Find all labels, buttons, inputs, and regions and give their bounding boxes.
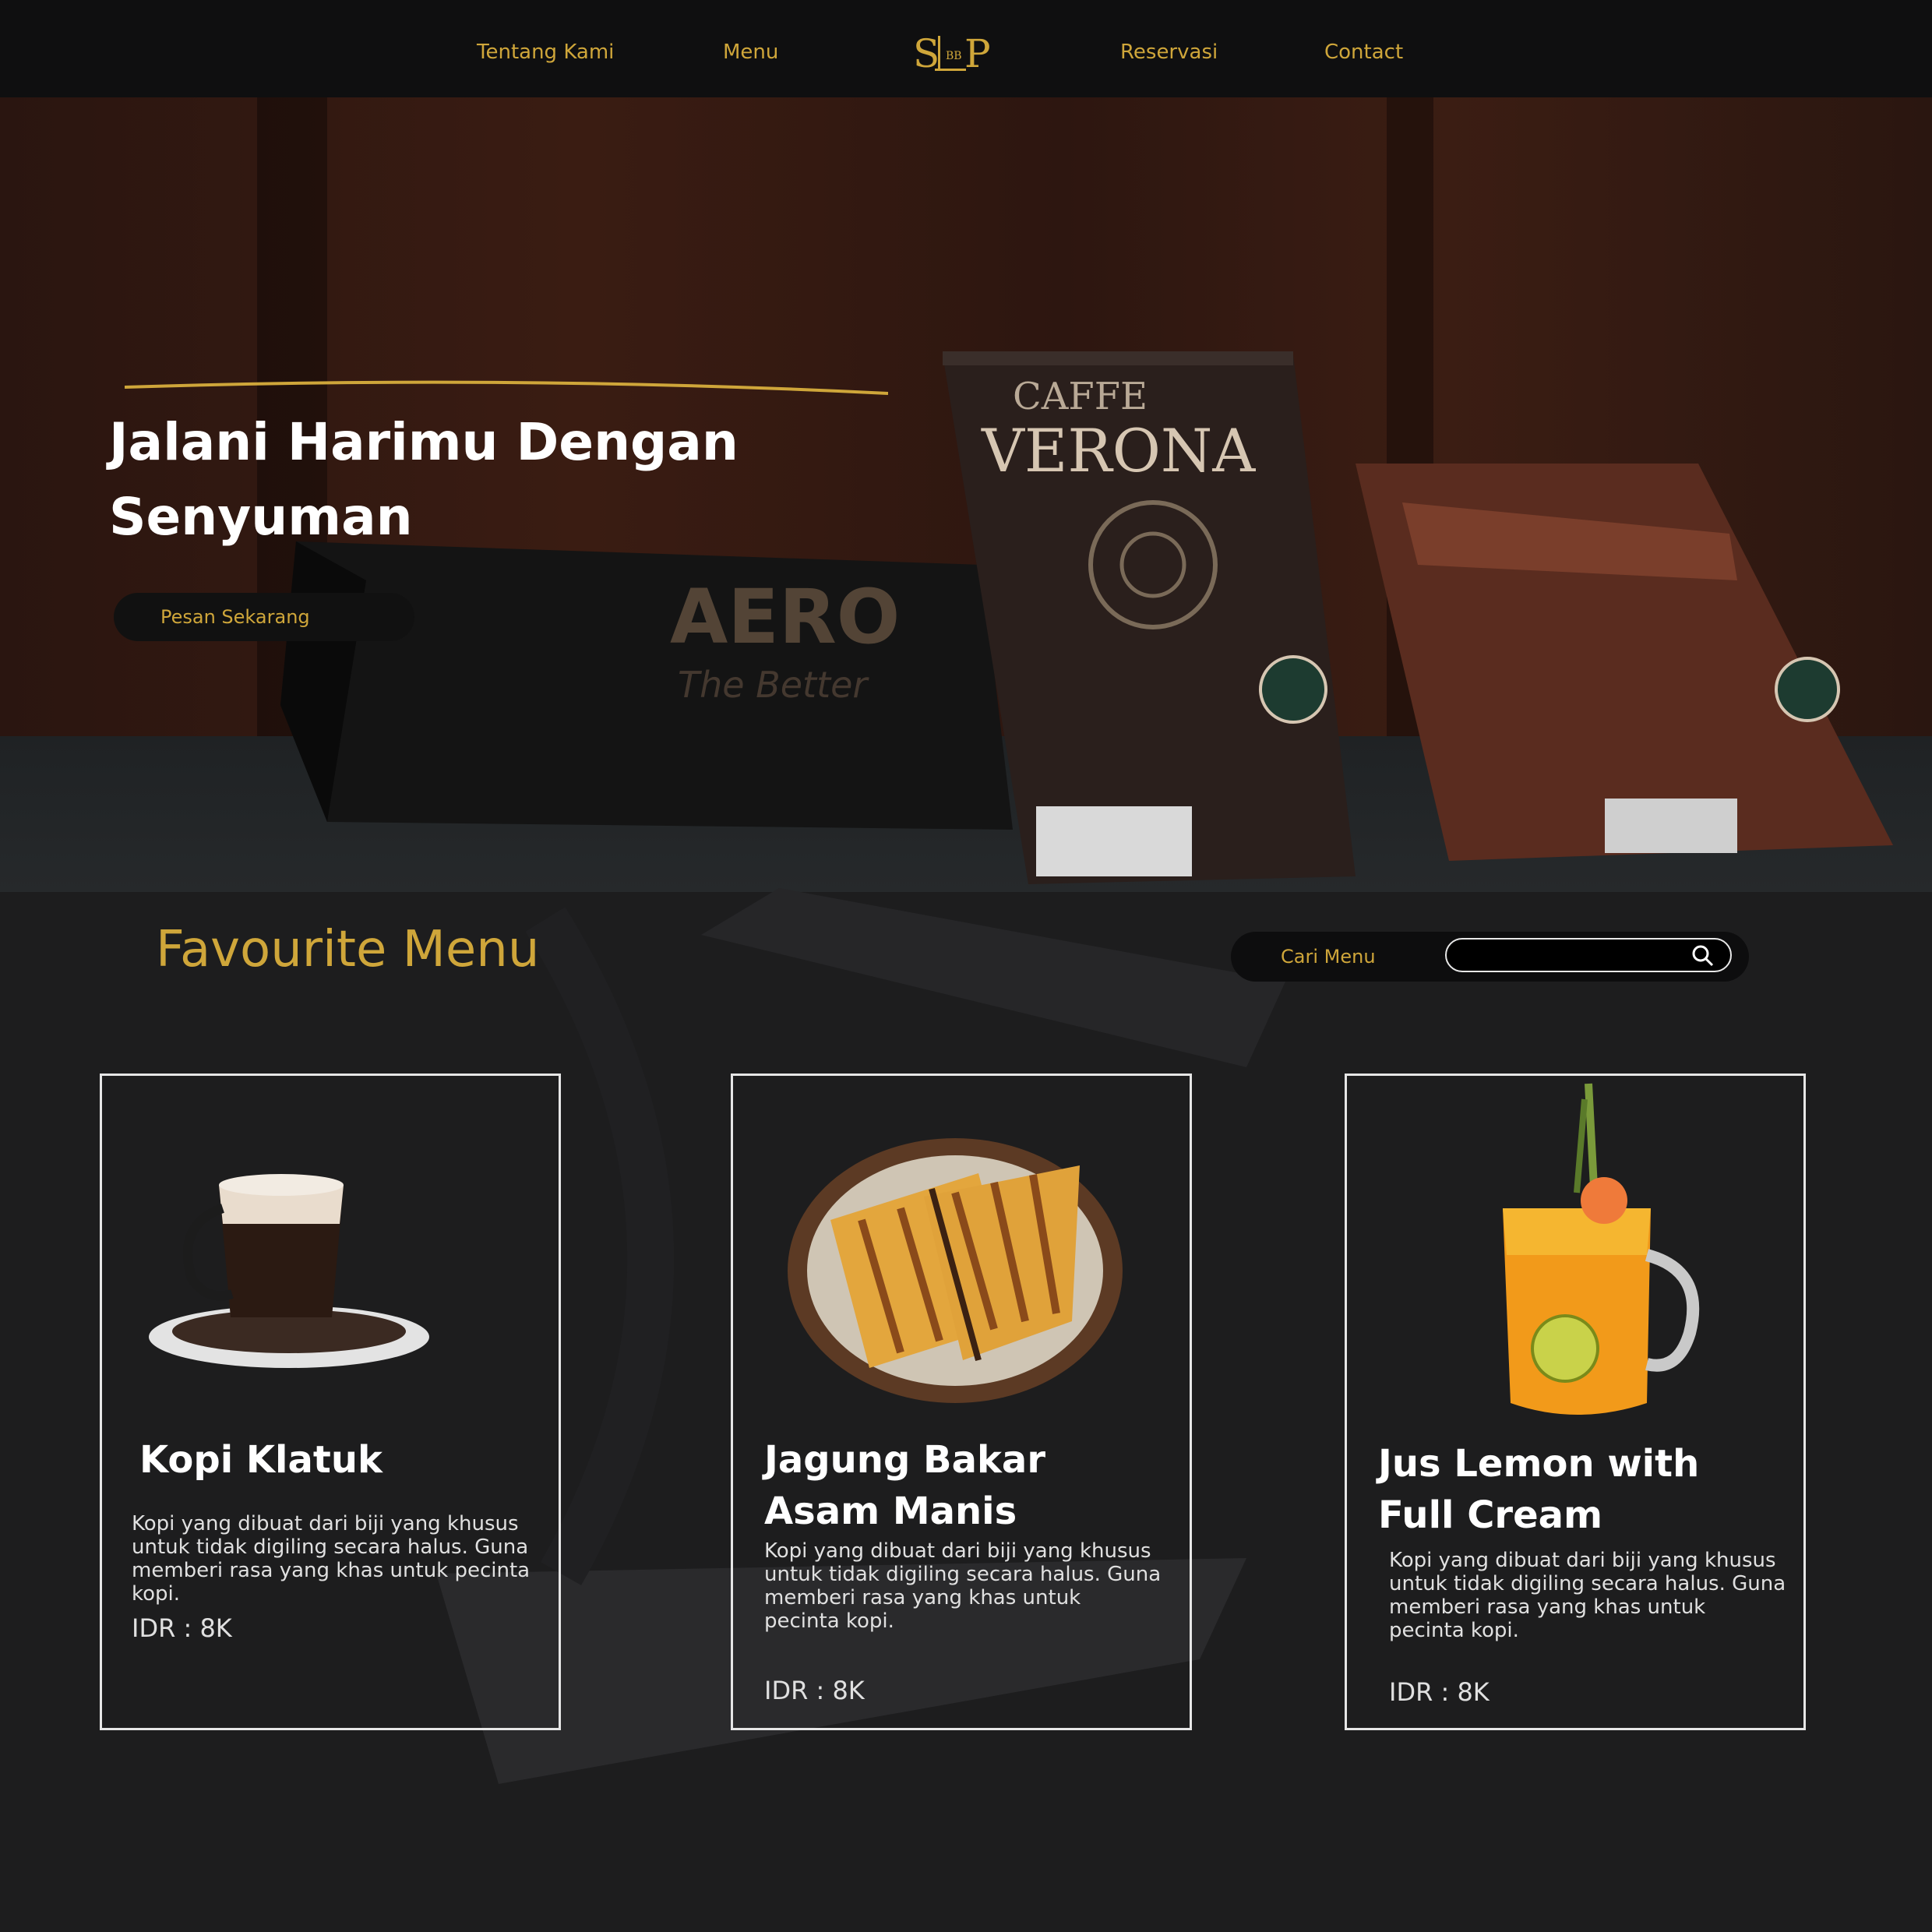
svg-text:BB: BB [946, 50, 962, 62]
nav-link-contact[interactable]: Contact [1324, 41, 1403, 64]
hero-banner: AERO The Better CAFFE VERONA Jalani Hari… [0, 97, 1932, 892]
menu-item-description: Kopi yang dibuat dari biji yang khusus u… [132, 1512, 531, 1606]
order-now-button[interactable]: Pesan Sekarang [114, 593, 414, 641]
hero-title: Jalani Harimu Dengan Senyuman [109, 412, 739, 547]
search-icon[interactable] [1690, 943, 1715, 968]
menu-item-price: IDR : 8K [764, 1676, 865, 1705]
nav-link-reservasi[interactable]: Reservasi [1120, 41, 1218, 64]
juice-jar-icon [1503, 1083, 1700, 1415]
menu-item-price: IDR : 8K [132, 1613, 232, 1643]
menu-item-name: Jus Lemon with Full Cream [1378, 1442, 1700, 1537]
menu-item-price: IDR : 8K [1389, 1677, 1490, 1707]
svg-text:S: S [913, 31, 940, 75]
menu-card-kopi-klatuk[interactable]: Kopi Klatuk Kopi yang dibuat dari biji y… [100, 1074, 561, 1730]
coffee-cup-icon [149, 1174, 429, 1368]
search-bar: Cari Menu [1231, 932, 1749, 982]
search-input[interactable] [1445, 938, 1732, 972]
section-title: Favourite Menu [156, 921, 540, 978]
search-label: Cari Menu [1281, 946, 1376, 968]
menu-card-jagung-bakar[interactable]: Jagung Bakar Asam Manis Kopi yang dibuat… [731, 1074, 1192, 1730]
svg-text:CAFFE: CAFFE [1013, 375, 1148, 418]
svg-text:The Better: The Better [678, 664, 869, 706]
brand-logo[interactable]: S BB P [911, 31, 1013, 75]
nav-link-menu[interactable]: Menu [723, 41, 778, 64]
nav-link-tentang-kami[interactable]: Tentang Kami [477, 41, 614, 64]
svg-text:VERONA: VERONA [981, 416, 1256, 485]
sandwich-plate-icon [788, 1138, 1123, 1403]
menu-card-jus-lemon[interactable]: Jus Lemon with Full Cream Kopi yang dibu… [1345, 1074, 1806, 1730]
top-navbar: Tentang Kami Menu S BB P Reservasi Conta… [0, 0, 1932, 97]
menu-item-description: Kopi yang dibuat dari biji yang khusus u… [764, 1539, 1162, 1633]
menu-item-description: Kopi yang dibuat dari biji yang khusus u… [1389, 1549, 1786, 1642]
menu-item-name: Kopi Klatuk [139, 1438, 383, 1482]
menu-item-name: Jagung Bakar Asam Manis [764, 1438, 1045, 1533]
svg-text:AERO: AERO [670, 573, 900, 661]
hero-accent-line [125, 380, 888, 395]
svg-text:P: P [964, 31, 991, 75]
